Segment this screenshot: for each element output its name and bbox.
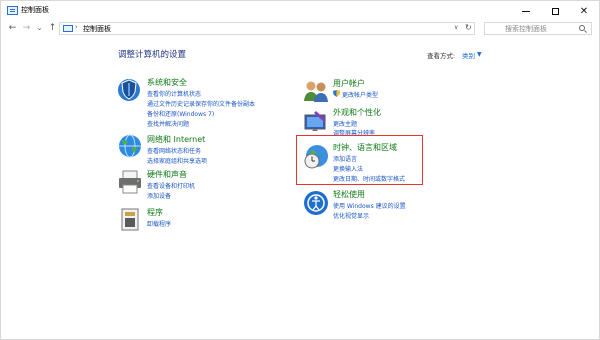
selection-highlight-box <box>296 135 423 185</box>
user-accounts-icon[interactable] <box>302 77 330 105</box>
link-add-device[interactable]: 添加设备 <box>147 191 171 200</box>
security-shield-icon[interactable] <box>116 75 144 103</box>
control-panel-window: 控制面板 ✕ ← → ⌄ ↑ › 控制面板 ∨ ↻ 搜索控制面板 调整计算机的设… <box>0 0 600 340</box>
view-by-dropdown[interactable]: 类别 <box>462 50 475 60</box>
category-appearance-personalization[interactable]: 外观和个性化 <box>333 107 381 118</box>
link-uninstall-program[interactable]: 卸载程序 <box>147 219 171 228</box>
navigation-bar: ← → ⌄ ↑ › 控制面板 ∨ ↻ 搜索控制面板 <box>1 21 599 37</box>
link-view-computer-status[interactable]: 查看你的计算机状态 <box>147 89 201 98</box>
link-troubleshoot[interactable]: 查找并解决问题 <box>147 119 189 128</box>
programs-icon[interactable] <box>116 205 144 233</box>
forward-button[interactable]: → <box>21 23 32 34</box>
category-programs[interactable]: 程序 <box>147 207 163 218</box>
search-input[interactable]: 搜索控制面板 <box>484 22 592 35</box>
close-icon: ✕ <box>579 5 589 17</box>
chevron-down-icon[interactable]: ∨ <box>454 24 458 31</box>
link-backup-restore[interactable]: 备份和还原(Windows 7) <box>147 109 214 118</box>
uac-shield-icon <box>333 90 340 97</box>
search-placeholder: 搜索控制面板 <box>505 25 547 33</box>
breadcrumb[interactable]: 控制面板 <box>83 24 111 34</box>
window-title: 控制面板 <box>21 6 49 14</box>
printer-icon[interactable] <box>116 168 144 196</box>
control-panel-icon <box>7 6 18 15</box>
address-bar[interactable]: › 控制面板 ∨ ↻ <box>59 22 475 35</box>
category-user-accounts[interactable]: 用户帐户 <box>333 78 365 89</box>
link-change-theme[interactable]: 更改主题 <box>333 119 357 128</box>
category-ease-of-access[interactable]: 轻松使用 <box>333 189 365 200</box>
appearance-icon[interactable] <box>302 107 330 135</box>
link-optimize-visual-display[interactable]: 优化视觉显示 <box>333 211 369 220</box>
chevron-down-icon[interactable]: ▼ <box>477 51 482 58</box>
control-panel-icon <box>63 25 73 32</box>
ease-of-access-icon[interactable] <box>302 189 330 217</box>
page-title: 调整计算机的设置 <box>118 50 187 60</box>
link-homegroup-sharing[interactable]: 选择家庭组和共享选项 <box>147 156 207 165</box>
refresh-icon[interactable]: ↻ <box>465 23 472 32</box>
recent-locations-button[interactable]: ⌄ <box>34 23 45 34</box>
network-globe-icon[interactable] <box>116 132 144 160</box>
search-icon[interactable] <box>579 25 585 31</box>
link-devices-printers[interactable]: 查看设备和打印机 <box>147 181 195 190</box>
category-network-internet[interactable]: 网络和 Internet <box>147 134 205 145</box>
close-button[interactable]: ✕ <box>570 1 598 21</box>
maximize-button[interactable] <box>541 1 569 21</box>
link-file-history-backup[interactable]: 通过文件历史记录保存你的文件备份副本 <box>147 99 255 108</box>
link-change-account-type[interactable]: 更改帐户类型 <box>342 90 378 99</box>
link-network-status[interactable]: 查看网络状态和任务 <box>147 146 201 155</box>
category-hardware-sound[interactable]: 硬件和声音 <box>147 169 187 180</box>
category-system-security[interactable]: 系统和安全 <box>147 77 187 88</box>
minimize-icon <box>522 10 530 12</box>
title-bar: 控制面板 ✕ <box>1 1 599 21</box>
up-button[interactable]: ↑ <box>47 23 58 34</box>
link-recommended-settings[interactable]: 使用 Windows 建议的设置 <box>333 201 406 210</box>
back-button[interactable]: ← <box>7 23 18 34</box>
breadcrumb-chevron-icon[interactable]: › <box>75 23 78 31</box>
view-by-label: 查看方式: <box>427 52 456 60</box>
maximize-icon <box>551 7 559 15</box>
minimize-button[interactable] <box>512 1 540 21</box>
